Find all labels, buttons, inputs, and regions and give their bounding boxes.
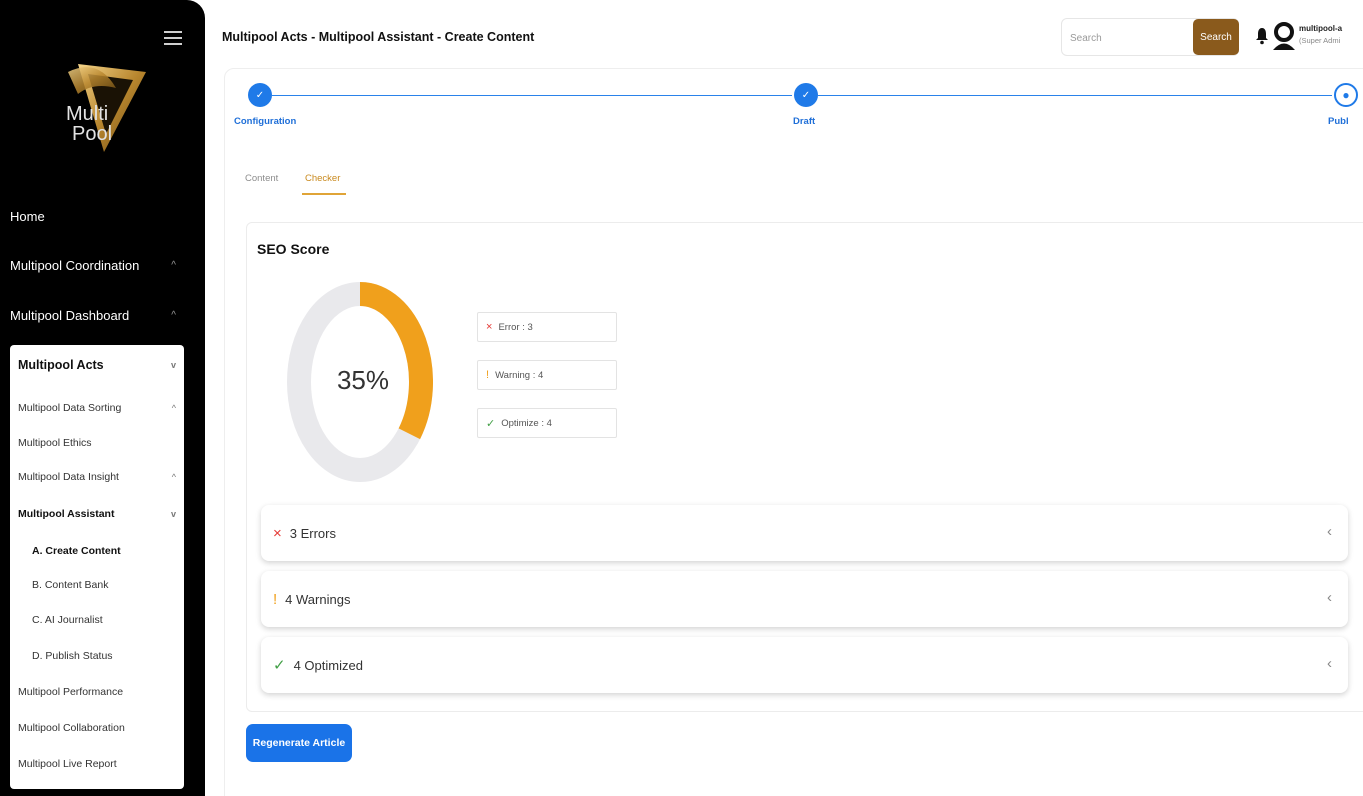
sidebar-item-content-bank[interactable]: B. Content Bank xyxy=(32,575,178,595)
sidebar-item-assistant[interactable]: Multipool Assistant v xyxy=(18,504,178,524)
search-input[interactable] xyxy=(1070,28,1190,48)
sidebar-item-live-report[interactable]: Multipool Live Report xyxy=(18,754,178,774)
accordion-optimized[interactable]: ✓ 4 Optimized ‹ xyxy=(261,637,1348,693)
sidebar-item-publish-status[interactable]: D. Publish Status xyxy=(32,646,178,666)
legend-label: Optimize : 4 xyxy=(501,417,552,429)
check-icon: ✓ xyxy=(486,417,496,430)
regenerate-article-button[interactable]: Regenerate Article xyxy=(246,724,352,762)
step-configuration-check-icon[interactable]: ✓ xyxy=(248,83,272,107)
accordion-errors[interactable]: × 3 Errors ‹ xyxy=(261,505,1348,561)
donut-fill xyxy=(359,282,433,440)
warning-icon: ! xyxy=(273,590,278,608)
step-label-configuration: Configuration xyxy=(234,116,297,127)
sidebar-item-label: Multipool Live Report xyxy=(18,758,117,770)
user-name: multipool-a xyxy=(1299,24,1343,33)
check-icon: ✓ xyxy=(273,657,286,674)
chevron-up-icon: ^ xyxy=(171,472,176,482)
step-draft-check-icon[interactable]: ✓ xyxy=(794,83,818,107)
sidebar-item-label: Multipool Data Insight xyxy=(18,471,119,483)
tab-checker[interactable]: Checker xyxy=(305,173,340,184)
step-publish-active-icon[interactable]: ● xyxy=(1334,83,1358,107)
chevron-up-icon: ^ xyxy=(171,259,176,271)
sidebar-item-acts[interactable]: Multipool Acts v xyxy=(18,355,178,375)
page-title: Multipool Acts - Multipool Assistant - C… xyxy=(222,30,535,44)
sidebar-item-label: Multipool Collaboration xyxy=(18,722,125,734)
tab-active-indicator xyxy=(302,193,346,195)
sidebar-item-label: Multipool Acts xyxy=(18,358,104,372)
stepper-line xyxy=(818,95,1332,96)
sidebar-item-data-insight[interactable]: Multipool Data Insight ^ xyxy=(18,467,178,487)
sidebar-item-label: Multipool Assistant xyxy=(18,508,115,520)
accordion-label: 3 Errors xyxy=(289,525,336,541)
chevron-up-icon: ^ xyxy=(171,309,176,321)
close-icon: × xyxy=(273,524,282,542)
sidebar-item-ethics[interactable]: Multipool Ethics xyxy=(18,433,178,453)
chevron-up-icon: ^ xyxy=(171,403,176,413)
chevron-down-icon: v xyxy=(170,360,176,370)
sidebar-item-label: Multipool Coordination xyxy=(10,257,140,273)
chevron-left-icon[interactable]: ‹ xyxy=(1327,655,1332,672)
sidebar-item-label: Multipool Dashboard xyxy=(10,307,130,323)
sidebar: Multi Pool Home Multipool Coordination ^… xyxy=(0,0,205,796)
close-icon: × xyxy=(486,321,493,333)
sidebar-item-collaboration[interactable]: Multipool Collaboration xyxy=(18,718,178,738)
sidebar-item-create-content[interactable]: A. Create Content xyxy=(32,541,178,561)
legend-label: Error : 3 xyxy=(498,321,533,333)
svg-text:Multi: Multi xyxy=(66,103,108,125)
sidebar-item-home[interactable]: Home xyxy=(10,204,190,228)
step-label-draft: Draft xyxy=(793,116,816,127)
seo-score-title: SEO Score xyxy=(257,241,330,257)
chevron-left-icon[interactable]: ‹ xyxy=(1327,523,1332,540)
accordion-warnings[interactable]: ! 4 Warnings ‹ xyxy=(261,571,1348,627)
warning-icon: ! xyxy=(486,369,490,381)
sidebar-item-performance[interactable]: Multipool Performance xyxy=(18,682,178,702)
avatar[interactable] xyxy=(1271,21,1297,51)
sidebar-item-label: Multipool Data Sorting xyxy=(18,402,122,414)
sidebar-item-label: A. Create Content xyxy=(32,545,121,557)
sidebar-item-label: C. AI Journalist xyxy=(32,614,103,626)
sidebar-acts-panel: Multipool Acts v Multipool Data Sorting … xyxy=(10,345,184,789)
bell-icon[interactable] xyxy=(1255,27,1269,45)
sidebar-item-ai-journalist[interactable]: C. AI Journalist xyxy=(32,610,178,630)
sidebar-item-label: D. Publish Status xyxy=(32,650,113,662)
user-role: (Super Admi xyxy=(1299,36,1341,45)
sidebar-item-label: Home xyxy=(10,208,45,224)
sidebar-item-dashboard[interactable]: Multipool Dashboard ^ xyxy=(10,303,190,327)
legend-optimize: ✓ Optimize : 4 xyxy=(477,408,617,438)
search-button[interactable]: Search xyxy=(1193,19,1239,55)
seo-score-value: 35% xyxy=(336,365,390,395)
legend-error: × Error : 3 xyxy=(477,312,617,342)
tab-content[interactable]: Content xyxy=(245,173,278,184)
sidebar-item-label: Multipool Performance xyxy=(18,686,124,698)
hamburger-menu-icon[interactable] xyxy=(164,31,182,45)
sidebar-item-label: B. Content Bank xyxy=(32,579,109,591)
stepper-line xyxy=(272,95,792,96)
accordion-label: 4 Warnings xyxy=(285,591,351,607)
sidebar-item-data-sorting[interactable]: Multipool Data Sorting ^ xyxy=(18,398,178,418)
step-label-publish: Publ xyxy=(1328,116,1349,127)
chevron-down-icon: v xyxy=(170,509,176,519)
chevron-left-icon[interactable]: ‹ xyxy=(1327,589,1332,606)
sidebar-item-coordination[interactable]: Multipool Coordination ^ xyxy=(10,253,190,277)
accordion-label: 4 Optimized xyxy=(293,657,363,673)
legend-warning: ! Warning : 4 xyxy=(477,360,617,390)
sidebar-item-label: Multipool Ethics xyxy=(18,437,92,449)
svg-text:Pool: Pool xyxy=(72,123,112,145)
legend-label: Warning : 4 xyxy=(495,369,544,381)
multipool-logo: Multi Pool xyxy=(66,64,146,152)
